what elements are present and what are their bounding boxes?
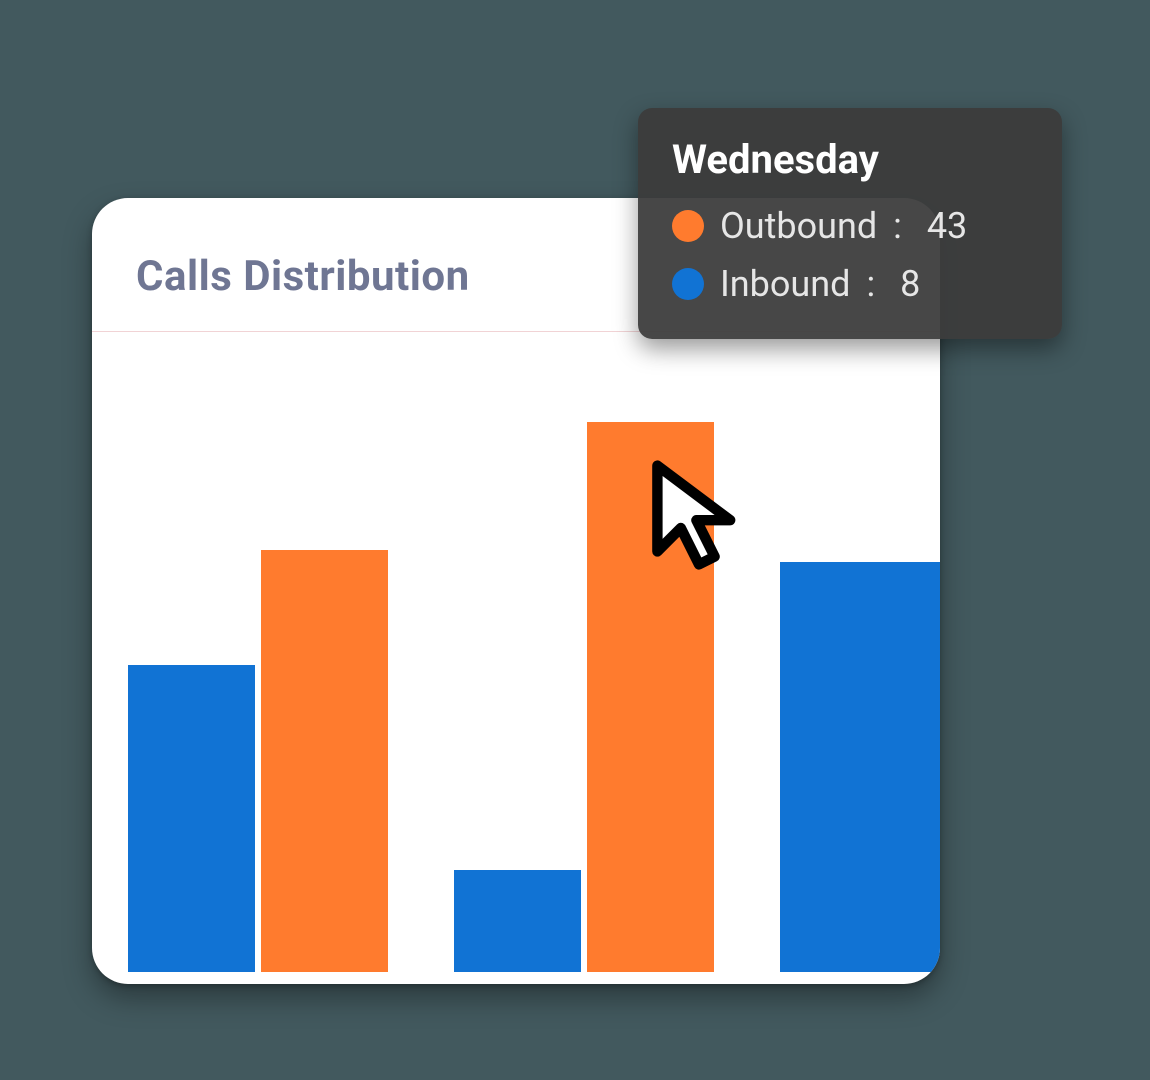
bar-group[interactable] — [780, 562, 940, 972]
tooltip-value: 8 — [900, 263, 920, 305]
bar-outbound[interactable] — [261, 550, 388, 972]
tooltip-label: Inbound — [720, 263, 850, 305]
bar-group[interactable] — [454, 422, 714, 972]
tooltip-row-inbound: Inbound: 8 — [672, 263, 1028, 305]
tooltip-row-outbound: Outbound: 43 — [672, 205, 1028, 247]
tooltip-value: 43 — [927, 205, 967, 247]
dot-outbound-icon — [672, 210, 704, 242]
chart-tooltip: Wednesday Outbound: 43 Inbound: 8 — [638, 108, 1062, 339]
tooltip-day: Wednesday — [672, 136, 1028, 183]
bar-outbound[interactable] — [587, 422, 714, 972]
dot-inbound-icon — [672, 268, 704, 300]
tooltip-label: Outbound — [720, 205, 877, 247]
bar-inbound[interactable] — [454, 870, 581, 972]
bar-group[interactable] — [128, 550, 388, 972]
bar-inbound[interactable] — [128, 665, 255, 972]
bar-inbound[interactable] — [780, 562, 940, 972]
chart-area[interactable] — [92, 332, 940, 972]
